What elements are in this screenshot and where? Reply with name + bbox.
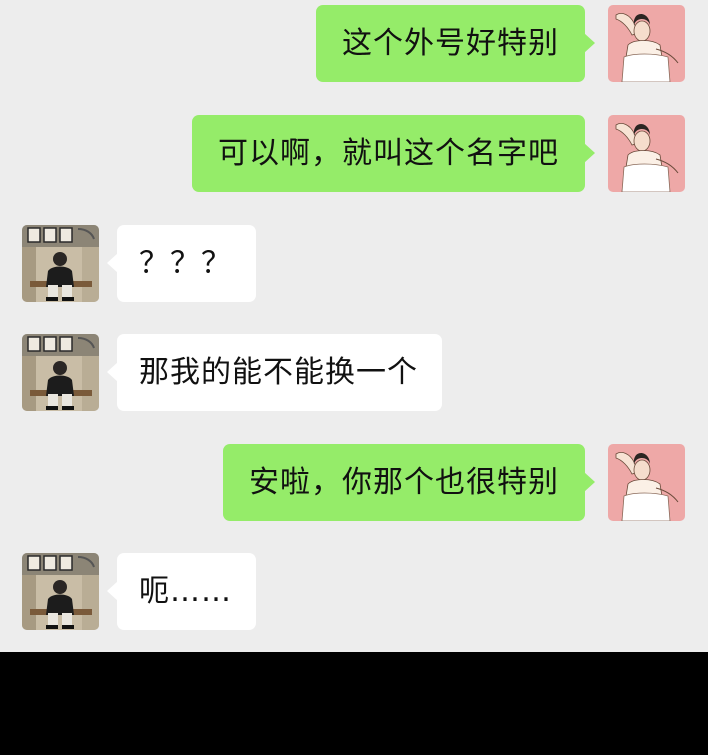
contact-avatar-icon[interactable]	[22, 553, 99, 630]
message-row: 安啦，你那个也很特别	[0, 444, 708, 522]
chat-area[interactable]: 这个外号好特别 可以啊，就叫这个名字吧 ？？？ 那我的能不能换一个 安啦，你那个…	[0, 0, 708, 652]
message-row: 那我的能不能换一个	[0, 334, 708, 412]
my-message-bubble[interactable]: 可以啊，就叫这个名字吧	[192, 115, 595, 192]
message-row: 呃……	[0, 553, 708, 631]
my-avatar-icon[interactable]	[608, 5, 685, 82]
contact-message-bubble[interactable]: 呃……	[107, 553, 256, 630]
message-row: 可以啊，就叫这个名字吧	[0, 115, 708, 193]
my-message-bubble[interactable]: 安啦，你那个也很特别	[223, 444, 595, 521]
message-row: ？？？	[0, 225, 708, 303]
contact-message-bubble[interactable]: ？？？	[107, 225, 256, 302]
contact-avatar-icon[interactable]	[22, 334, 99, 411]
message-row: 这个外号好特别	[0, 5, 708, 83]
my-message-bubble[interactable]: 这个外号好特别	[316, 5, 595, 82]
my-avatar-icon[interactable]	[608, 115, 685, 192]
bottom-black-bar	[0, 652, 708, 755]
contact-avatar-icon[interactable]	[22, 225, 99, 302]
my-avatar-icon[interactable]	[608, 444, 685, 521]
contact-message-bubble[interactable]: 那我的能不能换一个	[107, 334, 442, 411]
